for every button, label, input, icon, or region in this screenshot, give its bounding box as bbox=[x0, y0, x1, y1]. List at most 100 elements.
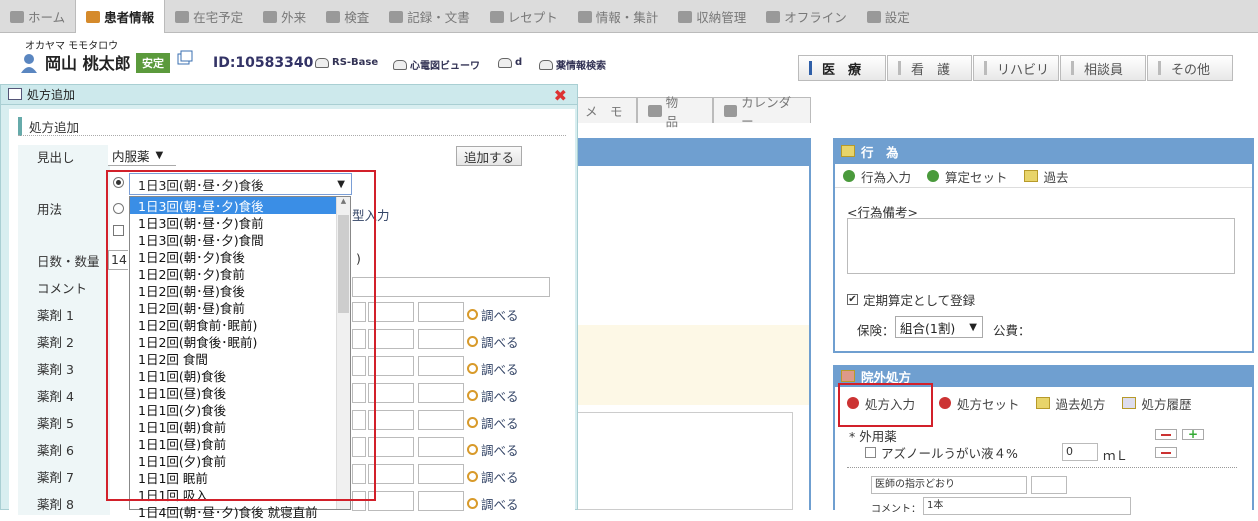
search-icon bbox=[467, 363, 478, 374]
drug-4-field[interactable] bbox=[418, 383, 464, 403]
plus-circle-icon bbox=[927, 170, 940, 182]
drug-2-field[interactable] bbox=[418, 329, 464, 349]
receipt-icon bbox=[489, 10, 504, 23]
plus-button[interactable]: + bbox=[1182, 427, 1204, 441]
drug-8-lookup-link[interactable]: 調べる bbox=[467, 494, 519, 513]
close-icon[interactable]: ✖ bbox=[554, 86, 567, 105]
nav-label: レセプト bbox=[507, 10, 558, 25]
drug-6-field[interactable] bbox=[418, 437, 464, 457]
heading-select[interactable]: 内服薬 ▼ bbox=[108, 145, 176, 166]
dept-tab-medical[interactable]: 医 療 bbox=[798, 55, 886, 81]
tool-drug-info[interactable]: 薬情報検索 bbox=[539, 57, 606, 72]
btn-label: 算定セット bbox=[945, 169, 1008, 185]
drug-5-field[interactable] bbox=[418, 410, 464, 430]
past-button[interactable]: 過去 bbox=[1016, 164, 1077, 188]
drug-5-lookup-link[interactable]: 調べる bbox=[467, 413, 519, 432]
dialog-title: 処方追加 bbox=[27, 88, 76, 102]
drug-2-lookup-link[interactable]: 調べる bbox=[467, 332, 519, 351]
drug-3-field[interactable] bbox=[418, 356, 464, 376]
drug-7-field[interactable] bbox=[418, 464, 464, 484]
gear-icon bbox=[866, 10, 881, 23]
past-prescription-button[interactable]: 過去処方 bbox=[1028, 391, 1114, 415]
drug-6-lookup-link[interactable]: 調べる bbox=[467, 440, 519, 459]
tool-ecg-viewer[interactable]: 心電図ビューワ bbox=[393, 57, 480, 72]
nav-tab-home-visit[interactable]: 在宅予定 bbox=[165, 0, 253, 33]
tab-calendar[interactable]: カレンダー bbox=[713, 95, 811, 129]
prescription-set-button[interactable]: 処方セット bbox=[931, 391, 1028, 415]
viewer-icon bbox=[539, 59, 553, 70]
insurance-value: 組合(1割) bbox=[900, 320, 956, 336]
instruction-extra-input[interactable] bbox=[1031, 476, 1067, 494]
tool-d[interactable]: d bbox=[498, 57, 522, 68]
nav-tab-stats[interactable]: 情報・集計 bbox=[568, 0, 669, 33]
heading-value: 内服薬 bbox=[112, 148, 150, 164]
nav-tab-exam[interactable]: 検査 bbox=[316, 0, 379, 33]
folder-arrow-icon bbox=[1035, 397, 1050, 409]
act-input-button[interactable]: 行為入力 bbox=[835, 164, 919, 188]
regular-calc-checkbox[interactable]: ✔ 定期算定として登録 bbox=[847, 290, 975, 309]
tab-memo[interactable]: メ モ bbox=[575, 97, 637, 123]
drug-3-lookup-link[interactable]: 調べる bbox=[467, 359, 519, 378]
drug-1-field[interactable] bbox=[418, 302, 464, 322]
record-textarea[interactable] bbox=[575, 412, 793, 510]
label-heading: 見出し bbox=[37, 150, 75, 165]
btn-label: 処方セット bbox=[957, 396, 1020, 412]
folder-arrow-icon bbox=[1023, 170, 1038, 182]
label-drug-8: 薬剤 8 bbox=[37, 497, 74, 512]
act-note-textarea[interactable] bbox=[847, 218, 1235, 274]
checkbox-checked[interactable]: ✔ bbox=[847, 294, 858, 305]
tool-rs-base[interactable]: RS-Base bbox=[315, 57, 378, 68]
nav-tab-records[interactable]: 記録・文書 bbox=[379, 0, 480, 33]
search-icon bbox=[467, 336, 478, 347]
minus-button[interactable] bbox=[1155, 429, 1177, 440]
lookup-label: 調べる bbox=[481, 389, 519, 404]
drug-checkbox[interactable] bbox=[865, 447, 876, 458]
document-icon bbox=[841, 145, 855, 157]
drug-qty-input[interactable]: 0 bbox=[1062, 443, 1098, 461]
label-drug-6: 薬剤 6 bbox=[37, 443, 74, 458]
dialog-titlebar[interactable]: 処方追加 ✖ bbox=[1, 85, 577, 105]
nav-label: 検査 bbox=[344, 10, 370, 25]
calc-set-button[interactable]: 算定セット bbox=[919, 164, 1016, 188]
lookup-label: 調べる bbox=[481, 443, 519, 458]
label-column bbox=[18, 145, 110, 515]
nav-label: 患者情報 bbox=[104, 10, 155, 25]
usage-option[interactable]: 1日4回(朝･昼･夕)食後 就寝直前 bbox=[130, 503, 350, 520]
nav-tab-receipt[interactable]: レセプト bbox=[480, 0, 568, 33]
acts-panel: 行 為 行為入力 算定セット 過去 <行為備考> ✔ 定期算定として登録 保険： … bbox=[833, 138, 1254, 353]
tag-icon bbox=[841, 370, 855, 382]
dept-tab-rehab[interactable]: リハビリ bbox=[973, 55, 1059, 81]
nav-tab-patient-info[interactable]: 患者情報 bbox=[75, 0, 166, 33]
nav-tab-outpatient[interactable]: 外来 bbox=[253, 0, 316, 33]
plus-icon: + bbox=[1187, 427, 1199, 441]
insurance-select[interactable]: 組合(1割) ▼ bbox=[895, 316, 983, 338]
tab-goods[interactable]: 物 品 bbox=[637, 95, 713, 129]
chevron-down-icon: ▼ bbox=[155, 149, 164, 161]
comment-input[interactable] bbox=[352, 277, 550, 297]
dept-tab-nursing[interactable]: 看 護 bbox=[887, 55, 972, 81]
drug-8-field[interactable] bbox=[418, 491, 464, 511]
prescription-history-button[interactable]: 処方履歴 bbox=[1114, 391, 1200, 415]
label-drug-4: 薬剤 4 bbox=[37, 389, 74, 404]
label-drug-7: 薬剤 7 bbox=[37, 470, 74, 485]
window-icon[interactable] bbox=[177, 50, 193, 66]
nav-tab-settings[interactable]: 設定 bbox=[857, 0, 920, 33]
dept-tab-counselor[interactable]: 相談員 bbox=[1060, 55, 1146, 81]
label-drug-3: 薬剤 3 bbox=[37, 362, 74, 377]
comment-input[interactable]: 1本 bbox=[923, 497, 1131, 515]
drug-1-lookup-link[interactable]: 調べる bbox=[467, 305, 519, 324]
search-icon bbox=[467, 417, 478, 428]
tool-label: d bbox=[515, 57, 523, 68]
add-button[interactable]: 追加する bbox=[456, 146, 522, 166]
nav-label: 収納管理 bbox=[696, 10, 747, 25]
drug-7-lookup-link[interactable]: 調べる bbox=[467, 467, 519, 486]
dept-tab-other[interactable]: その他 bbox=[1147, 55, 1233, 81]
nav-tab-offline[interactable]: オフライン bbox=[756, 0, 857, 33]
remove-drug-button[interactable] bbox=[1155, 447, 1177, 458]
drug-4-lookup-link[interactable]: 調べる bbox=[467, 386, 519, 405]
dept-label: 医 療 bbox=[822, 62, 862, 78]
nav-tab-home[interactable]: ホーム bbox=[0, 0, 75, 33]
nav-tab-billing[interactable]: 収納管理 bbox=[668, 0, 756, 33]
instruction-input[interactable]: 医師の指示どおり bbox=[871, 476, 1027, 494]
list-icon bbox=[1121, 397, 1136, 409]
